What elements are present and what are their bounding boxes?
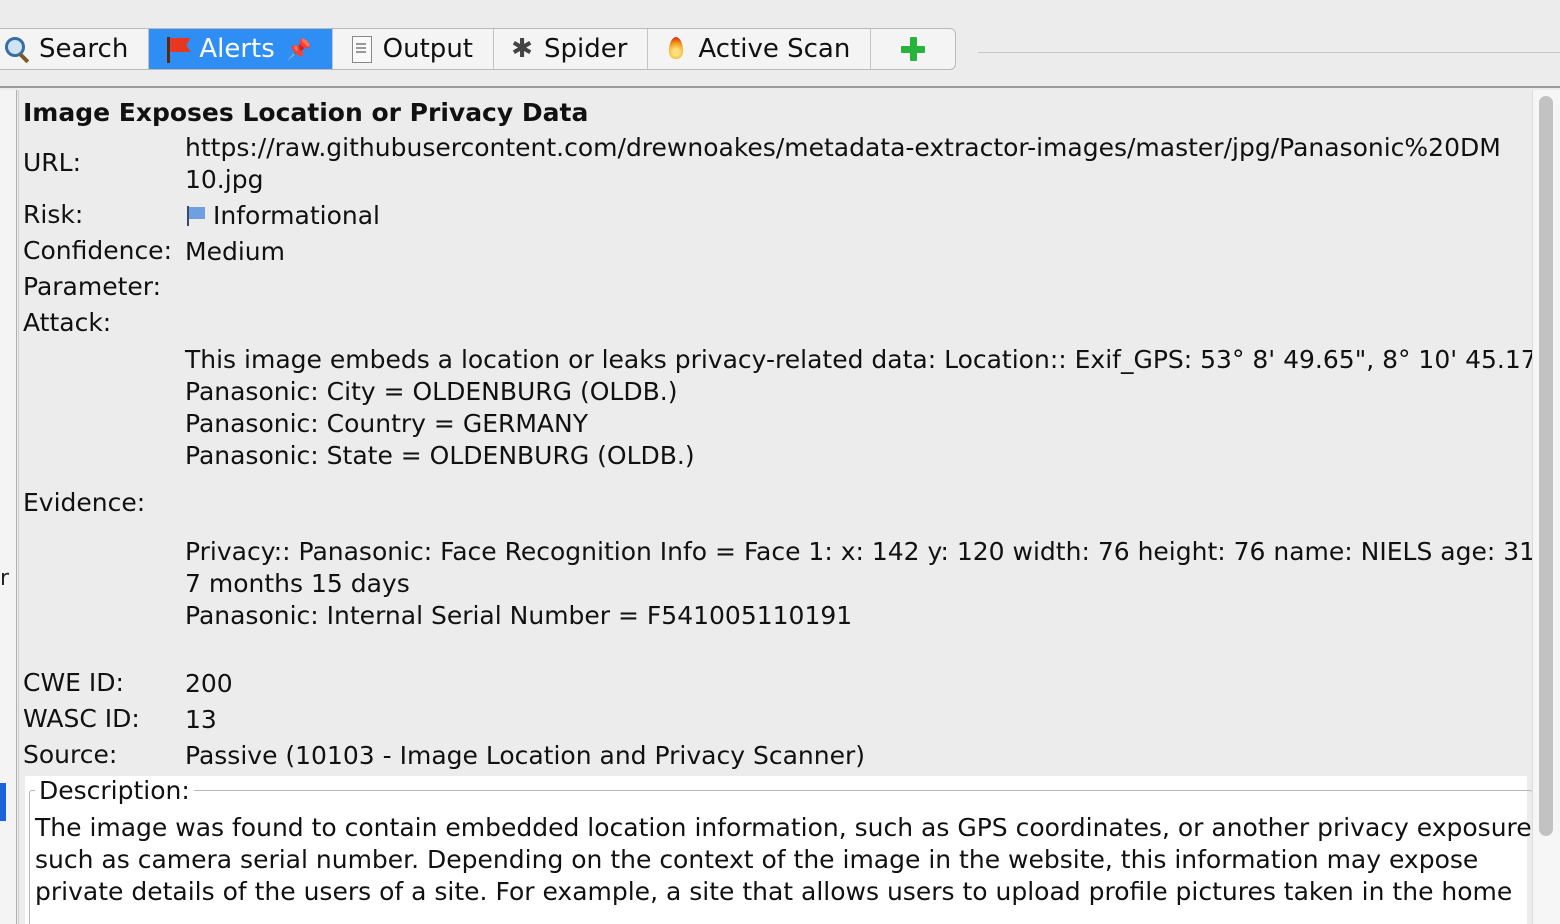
description-label: Description: bbox=[35, 776, 194, 805]
evidence-line: 7 months 15 days bbox=[185, 569, 410, 598]
tab-label: Active Scan bbox=[698, 34, 851, 64]
tab-spider[interactable]: ✱ Spider bbox=[494, 29, 649, 69]
scrollbar-thumb[interactable] bbox=[1539, 96, 1553, 836]
spider-icon: ✱ bbox=[511, 34, 533, 64]
url-value-line2[interactable]: 10.jpg bbox=[185, 164, 263, 196]
vertical-scrollbar[interactable] bbox=[1532, 90, 1560, 924]
evidence-line: Panasonic: Internal Serial Number = F541… bbox=[185, 601, 853, 630]
tab-alerts[interactable]: Alerts 📌 bbox=[149, 29, 333, 69]
evidence-label: Evidence: bbox=[23, 488, 146, 517]
tab-strip-divider bbox=[0, 86, 1560, 88]
risk-text: Informational bbox=[213, 201, 380, 230]
search-icon bbox=[3, 35, 31, 63]
source-label: Source: bbox=[23, 740, 118, 769]
alert-detail-panel: Image Exposes Location or Privacy Data U… bbox=[18, 90, 1533, 924]
attack-line: Panasonic: Country = GERMANY bbox=[185, 409, 589, 438]
attack-line: Panasonic: State = OLDENBURG (OLDB.) bbox=[185, 441, 695, 470]
description-box[interactable]: Description: The image was found to cont… bbox=[25, 776, 1533, 924]
wasc-label: WASC ID: bbox=[23, 704, 140, 733]
tab-strip-top-line bbox=[978, 52, 1560, 53]
tab-label: Alerts bbox=[199, 34, 275, 64]
attack-line: Panasonic: City = OLDENBURG (OLDB.) bbox=[185, 377, 678, 406]
alerts-tree-pane[interactable]: r bbox=[0, 90, 17, 924]
description-line: private details of the users of a site. … bbox=[35, 877, 1513, 906]
plus-icon bbox=[899, 35, 927, 63]
tree-text-fragment: r bbox=[0, 566, 10, 591]
wasc-value: 13 bbox=[185, 705, 217, 734]
alert-title: Image Exposes Location or Privacy Data bbox=[23, 98, 589, 127]
description-text: The image was found to contain embedded … bbox=[35, 812, 1533, 908]
evidence-line: Privacy:: Panasonic: Face Recognition In… bbox=[185, 537, 1533, 566]
add-tab-button[interactable] bbox=[871, 29, 955, 69]
tab-search[interactable]: Search bbox=[0, 29, 150, 69]
url-label: URL: bbox=[23, 148, 82, 177]
url-value-line1[interactable]: https://raw.githubusercontent.com/drewno… bbox=[185, 132, 1501, 164]
confidence-value: Medium bbox=[185, 237, 285, 266]
confidence-label: Confidence: bbox=[23, 236, 172, 265]
tab-label: Spider bbox=[544, 34, 628, 64]
cwe-label: CWE ID: bbox=[23, 668, 124, 697]
attack-label: Attack: bbox=[23, 308, 112, 337]
document-icon bbox=[347, 35, 375, 63]
tab-output[interactable]: Output bbox=[333, 29, 494, 69]
source-value: Passive (10103 - Image Location and Priv… bbox=[185, 741, 865, 770]
tab-active-scan[interactable]: Active Scan bbox=[648, 29, 872, 69]
flame-icon bbox=[662, 35, 690, 63]
risk-label: Risk: bbox=[23, 200, 84, 229]
attack-line: This image embeds a location or leaks pr… bbox=[185, 345, 1533, 374]
description-line: such as camera serial number. Depending … bbox=[35, 845, 1479, 874]
risk-value: Informational bbox=[185, 200, 380, 232]
tab-bar: Search Alerts 📌 Output ✱ Spider Active S… bbox=[0, 28, 957, 70]
tab-strip: Search Alerts 📌 Output ✱ Spider Active S… bbox=[0, 0, 1560, 90]
tab-label: Search bbox=[39, 34, 129, 64]
tree-selection-highlight[interactable] bbox=[0, 783, 6, 821]
flag-icon bbox=[163, 35, 191, 63]
risk-flag-icon bbox=[185, 206, 207, 226]
tab-label: Output bbox=[382, 34, 473, 64]
description-line: The image was found to contain embedded … bbox=[35, 813, 1533, 842]
parameter-label: Parameter: bbox=[23, 272, 162, 301]
pin-icon[interactable]: 📌 bbox=[287, 37, 312, 61]
cwe-value: 200 bbox=[185, 669, 233, 698]
